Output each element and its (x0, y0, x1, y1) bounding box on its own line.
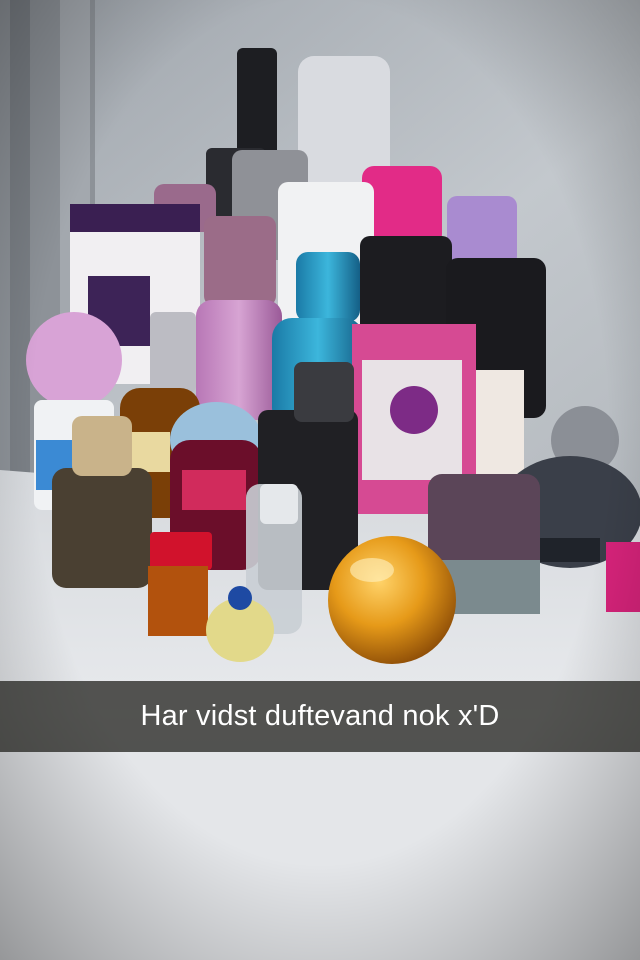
caption-bar: Har vidst duftevand nok x'D (0, 681, 640, 752)
photo-background (0, 0, 640, 960)
caption-text: Har vidst duftevand nok x'D (140, 700, 500, 732)
